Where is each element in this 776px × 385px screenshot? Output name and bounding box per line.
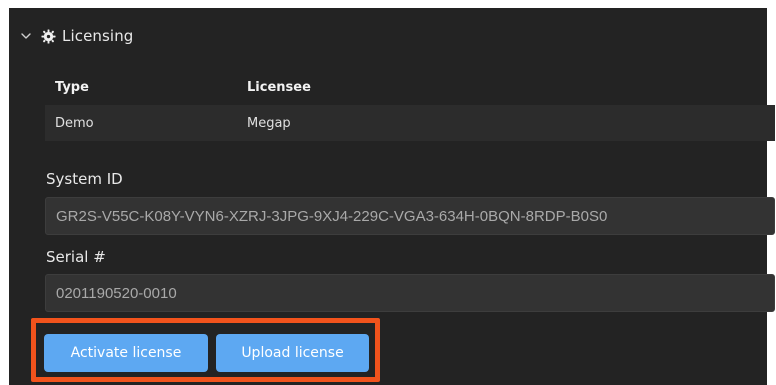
table-row: Demo Megap: [45, 105, 775, 141]
cell-licensee: Megap: [247, 115, 291, 131]
chevron-down-icon[interactable]: [19, 29, 33, 43]
section-title: Licensing: [62, 27, 134, 45]
license-table: Type Licensee Demo Megap: [45, 69, 775, 141]
gear-icon: [40, 28, 56, 44]
upload-license-button[interactable]: Upload license: [216, 334, 369, 372]
system-id-field[interactable]: GR2S-V55C-K08Y-VYN6-XZRJ-3JPG-9XJ4-229C-…: [45, 197, 775, 235]
licensing-section-header[interactable]: Licensing: [19, 26, 133, 46]
system-id-label: System ID: [46, 170, 123, 188]
activate-license-button[interactable]: Activate license: [44, 334, 208, 372]
license-table-header: Type Licensee: [45, 69, 775, 105]
serial-field[interactable]: 0201190520-0010: [45, 274, 775, 312]
column-header-type: Type: [55, 79, 89, 95]
cell-type: Demo: [55, 115, 94, 131]
serial-label: Serial #: [46, 248, 106, 266]
column-header-licensee: Licensee: [247, 79, 311, 95]
